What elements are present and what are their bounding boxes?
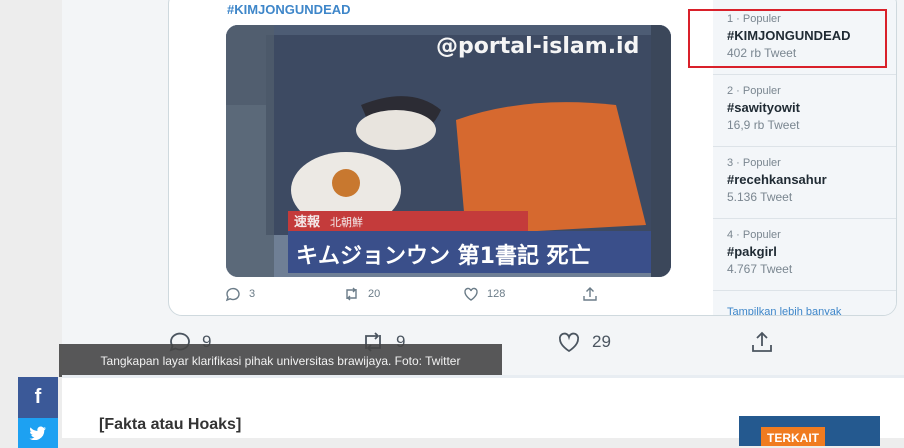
like-count-small: 128 (487, 288, 506, 300)
trend-count: 4.767 Tweet (727, 262, 793, 276)
trend-divider (713, 218, 896, 219)
highlight-box (688, 9, 887, 68)
trend-divider (713, 290, 896, 291)
trend-count: 16,9 rb Tweet (727, 118, 800, 132)
trend-item[interactable]: 3 · Populer #recehkansahur 5.136 Tweet (727, 157, 895, 204)
watermark-text: @portal-islam.id (436, 34, 639, 59)
tv-headline: キムジョンウン 第1書記 死亡 (296, 243, 591, 269)
reply-count-small: 3 (249, 288, 256, 300)
trend-meta: 3 · Populer (727, 157, 781, 169)
heart-icon (464, 287, 478, 301)
tv-frame-image: @portal-islam.id 速報 北朝鮮 キムジョンウン 第1書記 死亡 (226, 25, 671, 277)
trend-item[interactable]: 2 · Populer #sawityowit 16,9 rb Tweet (727, 85, 895, 132)
section-divider (62, 375, 904, 378)
trend-count: 5.136 Tweet (727, 190, 793, 204)
like-action-small[interactable]: 128 (463, 286, 505, 302)
trend-divider (713, 74, 896, 75)
trend-name: #sawityowit (727, 100, 800, 115)
image-caption: Tangkapan layar klarifikasi pihak univer… (59, 344, 502, 377)
retweet-icon (346, 287, 357, 301)
show-more-trends-link[interactable]: Tampilkan lebih banyak (727, 306, 841, 315)
trend-meta: 4 · Populer (727, 229, 781, 241)
upload-icon (583, 287, 597, 301)
like-action[interactable]: 29 (556, 330, 611, 354)
upload-icon (752, 331, 772, 352)
facebook-share-button[interactable]: f (18, 377, 58, 418)
trend-meta: 2 · Populer (727, 85, 781, 97)
tv-banner-label: 北朝鮮 (330, 215, 363, 229)
tweet-hashtag[interactable]: #KIMJONGUNDEAD (227, 2, 351, 17)
article-heading: [Fakta atau Hoaks] (99, 416, 242, 433)
trend-item[interactable]: 4 · Populer #pakgirl 4.767 Tweet (727, 229, 895, 276)
related-tag: TERKAIT (761, 427, 825, 446)
trend-divider (713, 146, 896, 147)
reply-action-small[interactable]: 3 (225, 286, 255, 302)
twitter-share-button[interactable] (18, 418, 58, 448)
heart-icon (558, 332, 580, 353)
facebook-icon: f (34, 386, 42, 408)
tweet-image[interactable]: @portal-islam.id 速報 北朝鮮 キムジョンウン 第1書記 死亡 (226, 25, 671, 277)
reply-icon (225, 287, 240, 302)
trend-name: #recehkansahur (727, 172, 827, 187)
retweet-count-small: 20 (368, 288, 381, 300)
share-action-small[interactable] (582, 286, 598, 302)
tweet-actions: 3 20 128 (225, 286, 625, 306)
retweet-action-small[interactable]: 20 (343, 286, 380, 302)
related-box[interactable]: TERKAIT (739, 416, 880, 446)
like-count: 29 (592, 332, 611, 351)
trend-name: #pakgirl (727, 244, 777, 259)
tv-banner-small: 速報 (294, 214, 321, 230)
share-action[interactable] (750, 330, 774, 354)
